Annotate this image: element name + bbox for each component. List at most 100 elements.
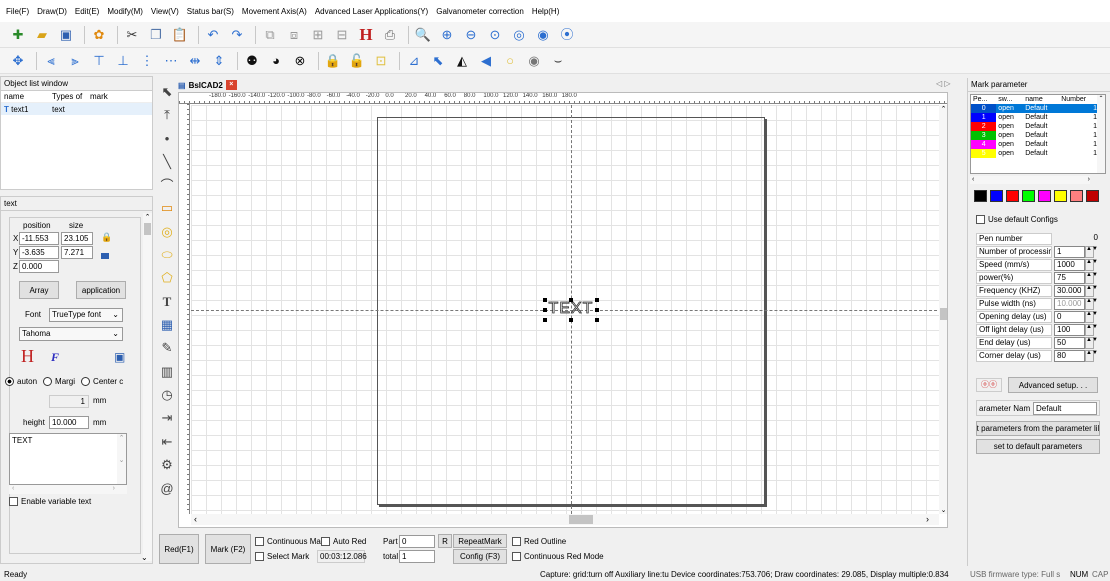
cursor-select-icon[interactable]: ⬉ bbox=[428, 51, 448, 71]
encoder-tool-icon[interactable]: ⚙ bbox=[155, 453, 179, 476]
pen-list-hscrollbar[interactable]: ‹ › bbox=[970, 176, 1090, 184]
menu-item[interactable]: View(V) bbox=[151, 7, 179, 16]
laser-preview-icon[interactable]: ⓞⓞ bbox=[976, 378, 1002, 392]
canvas-vscrollbar[interactable]: ⌃ ⌄ bbox=[939, 105, 947, 514]
zoom-out-icon[interactable]: ⊖ bbox=[461, 25, 481, 45]
tab-nav-arrows[interactable]: ◁ ▷ bbox=[936, 79, 951, 88]
timer-tool-icon[interactable]: ◷ bbox=[155, 383, 179, 406]
vscroll-thumb[interactable] bbox=[940, 308, 947, 320]
pen-list[interactable]: Pe... sw... name Number 0 open Default 1 1 op… bbox=[970, 94, 1106, 174]
x-position-field[interactable]: -11.553 bbox=[19, 232, 59, 245]
lock-icon[interactable]: 🔒 bbox=[323, 51, 343, 71]
set-default-button[interactable]: set to default parameters bbox=[976, 439, 1100, 454]
pen-color-swatch[interactable] bbox=[1006, 190, 1019, 202]
param-name-field[interactable]: Default bbox=[1033, 401, 1097, 415]
config-button[interactable]: Config (F3) bbox=[453, 549, 507, 564]
zoom-select-icon[interactable]: ◎ bbox=[509, 25, 529, 45]
document-tab[interactable]: ▤ BslCAD2 × bbox=[178, 78, 246, 92]
column-header-name[interactable]: name bbox=[4, 92, 52, 101]
scroll-thumb[interactable] bbox=[144, 223, 151, 235]
font-name-select[interactable]: Tahoma ⌄ bbox=[19, 327, 123, 341]
scroll-down-arrow-icon[interactable]: ⌄ bbox=[939, 506, 947, 514]
barcode-tool-icon[interactable]: ▥ bbox=[155, 360, 179, 383]
copy-icon[interactable]: ❐ bbox=[146, 25, 166, 45]
text-tool-icon[interactable]: T bbox=[155, 290, 179, 313]
use-default-checkbox[interactable] bbox=[976, 215, 985, 224]
advanced-setup-button[interactable]: Advanced setup. . . bbox=[1008, 377, 1098, 393]
pen-row[interactable]: 5 open Default 1 bbox=[971, 149, 1099, 158]
spiral-tool-icon[interactable]: @ bbox=[155, 477, 179, 500]
path-direction-icon[interactable]: ⊿ bbox=[404, 51, 424, 71]
ellipse-tool-icon[interactable]: ⬭ bbox=[155, 243, 179, 266]
param-value-field[interactable]: 100 bbox=[1054, 323, 1085, 336]
select-mark-checkbox[interactable] bbox=[255, 552, 264, 561]
scroll-down-arrow-icon[interactable]: ⌄ bbox=[141, 553, 148, 562]
column-header-number[interactable]: Number bbox=[1059, 95, 1099, 104]
delete-node-icon[interactable]: ⊗ bbox=[290, 51, 310, 71]
eye-icon[interactable]: ◉ bbox=[524, 51, 544, 71]
pen-color-swatch[interactable] bbox=[1054, 190, 1067, 202]
param-value-field[interactable]: 80 bbox=[1054, 349, 1085, 362]
cut-icon[interactable]: ✂ bbox=[122, 25, 142, 45]
width-field[interactable]: 23.105 bbox=[61, 232, 93, 245]
pen-color-swatch[interactable] bbox=[1022, 190, 1035, 202]
pen-row[interactable]: 0 open Default 1 bbox=[971, 104, 1099, 113]
vector-file-icon[interactable]: ✎ bbox=[155, 337, 179, 360]
new-file-icon[interactable]: ✚ bbox=[8, 25, 28, 45]
circle-tool-icon[interactable]: ◎ bbox=[155, 220, 179, 243]
pen-color-swatch[interactable] bbox=[1070, 190, 1083, 202]
zoom-page-icon[interactable]: ⦿ bbox=[557, 25, 577, 45]
spin-arrows-icon[interactable]: ▲▼ bbox=[1085, 323, 1098, 336]
align-hcenter-icon[interactable]: ⋯ bbox=[161, 51, 181, 71]
settings-gear-icon[interactable]: ✿ bbox=[89, 25, 109, 45]
selection-handle[interactable] bbox=[595, 318, 599, 322]
font-save-icon[interactable]: ▣ bbox=[114, 350, 125, 364]
circle-tool-icon[interactable]: ○ bbox=[500, 51, 520, 71]
curve-icon[interactable]: ◕ bbox=[266, 51, 286, 71]
align-bottom-icon[interactable]: ⊥ bbox=[113, 51, 133, 71]
menu-item[interactable]: Movement Axis(A) bbox=[242, 7, 307, 16]
y-position-field[interactable]: -3.635 bbox=[19, 246, 59, 259]
param-value-field[interactable]: 0 bbox=[1054, 233, 1098, 245]
spacing-field[interactable]: 1 bbox=[49, 395, 89, 408]
flip-icon[interactable]: ◀ bbox=[476, 51, 496, 71]
align-left-icon[interactable]: ⫷ bbox=[41, 51, 61, 71]
align-right-icon[interactable]: ⫸ bbox=[65, 51, 85, 71]
column-header-name[interactable]: name bbox=[1023, 95, 1059, 104]
point-tool-icon[interactable]: • bbox=[155, 127, 179, 150]
continuous-mark-checkbox[interactable] bbox=[255, 537, 264, 546]
scroll-up-arrow-icon[interactable]: ⌃ bbox=[939, 105, 947, 113]
pen-row[interactable]: 1 open Default 1 bbox=[971, 113, 1099, 122]
save-icon[interactable]: ▣ bbox=[56, 25, 76, 45]
text-hscrollbar[interactable]: ‹ › bbox=[9, 485, 127, 494]
selection-handle[interactable] bbox=[595, 298, 599, 302]
undo-icon[interactable]: ↶ bbox=[203, 25, 223, 45]
drawing-canvas-area[interactable]: -180.0 -160.0 -140.0 -120.0 -100.0 -80.0 -60.0… bbox=[178, 92, 948, 528]
param-value-field[interactable]: 50 bbox=[1054, 336, 1085, 349]
selection-handle[interactable] bbox=[543, 298, 547, 302]
ungroup-icon[interactable]: ⧈ bbox=[284, 25, 304, 45]
spin-arrows-icon[interactable]: ▲▼ bbox=[1085, 245, 1098, 258]
spin-arrows-icon[interactable]: ▲▼ bbox=[1085, 271, 1098, 284]
auto-red-checkbox[interactable] bbox=[321, 537, 330, 546]
pen-color-swatch[interactable] bbox=[1038, 190, 1051, 202]
align-top-icon[interactable]: ⊤ bbox=[89, 51, 109, 71]
column-header-switch[interactable]: sw... bbox=[996, 95, 1023, 104]
variable-text-checkbox[interactable] bbox=[9, 497, 18, 506]
node-edit-icon[interactable]: ⚉ bbox=[242, 51, 262, 71]
menu-item[interactable]: Galvanometer correction bbox=[436, 7, 524, 16]
pen-color-swatch[interactable] bbox=[974, 190, 987, 202]
menu-item[interactable]: Modify(M) bbox=[107, 7, 143, 16]
group-icon[interactable]: ⧉ bbox=[260, 25, 280, 45]
pen-row[interactable]: 3 open Default 1 bbox=[971, 131, 1099, 140]
unlock-icon[interactable]: 🔓 bbox=[347, 51, 367, 71]
spin-arrows-icon[interactable]: ▲▼ bbox=[1085, 349, 1098, 362]
move-center-icon[interactable]: ✥ bbox=[8, 51, 28, 71]
selection-handle[interactable] bbox=[543, 318, 547, 322]
pen-list-scrollbar[interactable]: ⌃ bbox=[1097, 95, 1105, 173]
param-value-field[interactable]: 30.000 bbox=[1054, 284, 1085, 297]
zoom-fit-icon[interactable]: ◉ bbox=[533, 25, 553, 45]
reset-part-button[interactable]: R bbox=[438, 534, 452, 548]
column-header-pen[interactable]: Pe... bbox=[971, 95, 996, 104]
rectangle-tool-icon[interactable]: ▭ bbox=[155, 197, 179, 220]
